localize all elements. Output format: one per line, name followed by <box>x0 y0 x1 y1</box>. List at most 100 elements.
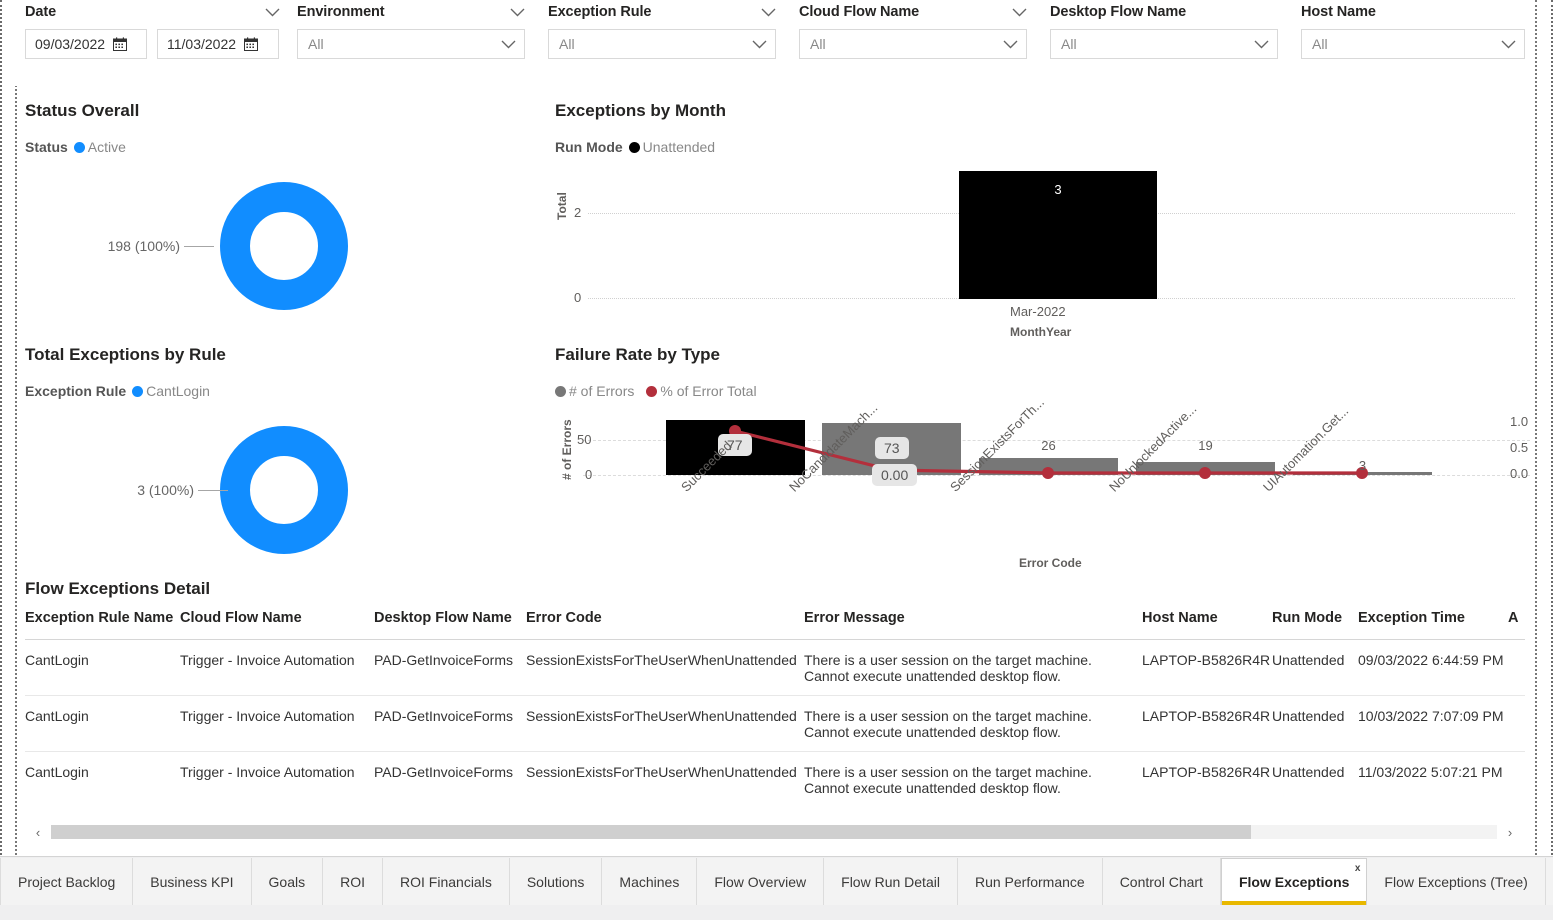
tab-flow-exceptions-tree[interactable]: Flow Exceptions (Tree) <box>1367 858 1546 905</box>
legend-item-error-total-pct[interactable]: % of Error Total <box>646 383 757 399</box>
status-overall-legend-title: Status <box>25 139 68 155</box>
legend-swatch-icon <box>628 141 640 153</box>
column-header-error-code[interactable]: Error Code <box>526 610 804 626</box>
column-header-a[interactable]: A <box>1508 610 1528 626</box>
tab-label: Solutions <box>526 873 585 890</box>
tab-flow-exceptions[interactable]: Flow Exceptions x <box>1220 858 1368 905</box>
status-overall-title: Status Overall <box>25 101 140 120</box>
y-tick-label: 2 <box>574 205 582 220</box>
legend-swatch-icon <box>132 385 144 397</box>
tab-label: Run Performance <box>974 873 1085 890</box>
tab-flow-run-detail[interactable]: Flow Run Detail <box>824 858 958 905</box>
table-row[interactable]: CantLogin Trigger - Invoice Automation P… <box>25 751 1525 807</box>
tab-roi[interactable]: ROI <box>323 858 384 905</box>
tab-project-backlog[interactable]: Project Backlog <box>0 858 134 905</box>
cell-exception-time: 09/03/2022 6:44:59 PM <box>1358 652 1504 668</box>
date-end-field[interactable]: 11/03/2022 <box>157 29 279 59</box>
cell-desktop-flow-name: PAD-GetInvoiceForms <box>374 764 513 780</box>
total-exceptions-by-rule-donut[interactable] <box>220 426 348 559</box>
desktop-flow-name-dropdown[interactable]: All <box>1050 29 1278 59</box>
bar-data-label-uiautomationget: 3 <box>1358 458 1367 473</box>
tab-machines[interactable]: Machines <box>602 858 698 905</box>
cloud-flow-name-dropdown[interactable]: All <box>799 29 1027 59</box>
legend-item-label: # of Errors <box>569 383 635 399</box>
tab-business-kpi[interactable]: Business KPI <box>133 858 252 905</box>
scrollbar-thumb[interactable] <box>51 825 1252 839</box>
column-header-run-mode[interactable]: Run Mode <box>1272 610 1358 626</box>
column-header-desktop-flow-name[interactable]: Desktop Flow Name <box>374 610 526 626</box>
status-overall-donut[interactable] <box>220 182 348 315</box>
table-horizontal-scrollbar[interactable]: ‹ › <box>25 823 1523 841</box>
table-row[interactable]: CantLogin Trigger - Invoice Automation P… <box>25 639 1525 695</box>
bar-sessionexistsfortheuser[interactable] <box>979 458 1118 475</box>
failure-rate-y-axis-title: # of Errors <box>560 419 574 480</box>
slicer-cloud-flow-name-title: Cloud Flow Name <box>799 4 920 20</box>
tab-solutions[interactable]: Solutions <box>509 858 603 905</box>
tab-label: Control Chart <box>1119 873 1203 890</box>
legend-item-active[interactable]: Active <box>73 139 126 155</box>
tab-label: Flow Exceptions <box>1238 874 1350 890</box>
status-overall-data-label: 198 (100%) <box>107 238 180 254</box>
tab-label: Flow Exceptions (Tree) <box>1384 873 1528 890</box>
cell-error-message-line1: There is a user session on the target ma… <box>804 708 1092 724</box>
cell-cloud-flow-name: Trigger - Invoice Automation <box>180 652 355 668</box>
tab-label: Business KPI <box>150 873 234 890</box>
cell-run-mode: Unattended <box>1272 652 1345 668</box>
cell-desktop-flow-name: PAD-GetInvoiceForms <box>374 708 513 724</box>
x-tick-label: Mar-2022 <box>1010 304 1066 319</box>
scrollbar-track[interactable] <box>51 825 1497 839</box>
column-header-host-name[interactable]: Host Name <box>1142 610 1272 626</box>
column-header-cloud-flow-name[interactable]: Cloud Flow Name <box>180 610 374 626</box>
cell-error-message: There is a user session on the target ma… <box>804 764 1142 796</box>
host-name-dropdown-value: All <box>1312 36 1328 52</box>
tab-control-chart[interactable]: Control Chart <box>1102 858 1221 905</box>
exception-rule-dropdown[interactable]: All <box>548 29 776 59</box>
cell-error-code: SessionExistsForTheUserWhenUnattended <box>526 764 797 780</box>
legend-item-cantlogin[interactable]: CantLogin <box>132 383 210 399</box>
tab-label: ROI <box>340 873 366 890</box>
chevron-down-icon[interactable] <box>265 8 280 17</box>
calendar-icon <box>113 37 128 51</box>
chevron-down-icon[interactable] <box>761 8 776 17</box>
date-start-field[interactable]: 09/03/2022 <box>25 29 147 59</box>
cell-error-message-line2: Cannot execute unattended desktop flow. <box>804 668 1061 684</box>
date-end-value: 11/03/2022 <box>167 36 237 52</box>
slicer-host-name-title: Host Name <box>1301 4 1376 20</box>
column-header-exception-time[interactable]: Exception Time <box>1358 610 1508 626</box>
column-header-error-message[interactable]: Error Message <box>804 610 1142 626</box>
table-row[interactable]: CantLogin Trigger - Invoice Automation P… <box>25 695 1525 751</box>
total-exceptions-by-rule-legend: Exception Rule CantLogin <box>25 383 210 399</box>
slicer-desktop-flow-name-title: Desktop Flow Name <box>1050 4 1187 20</box>
scroll-right-arrow-icon[interactable]: › <box>1497 823 1523 841</box>
tab-goals[interactable]: Goals <box>251 858 324 905</box>
total-exceptions-data-label: 3 (100%) <box>137 482 194 498</box>
column-header-exception-rule-name[interactable]: Exception Rule Name <box>25 610 180 626</box>
cell-run-mode: Unattended <box>1272 708 1345 724</box>
environment-dropdown[interactable]: All <box>297 29 525 59</box>
chevron-down-icon[interactable] <box>1012 8 1027 17</box>
failure-rate-by-type-legend: # of Errors % of Error Total <box>555 383 757 399</box>
chevron-down-icon[interactable] <box>510 8 525 17</box>
host-name-dropdown[interactable]: All <box>1301 29 1525 59</box>
y-tick-label: 0 <box>585 467 593 482</box>
report-canvas: Date 09/03/2022 11/03/2022 Environment A… <box>0 0 1553 855</box>
failure-rate-by-type-title: Failure Rate by Type <box>555 345 721 364</box>
slicer-date: Date 09/03/2022 11/03/2022 <box>25 4 280 59</box>
tab-run-performance[interactable]: Run Performance <box>957 858 1103 905</box>
tab-flow-overview[interactable]: Flow Overview <box>697 858 825 905</box>
bar-nounlockedactive[interactable] <box>1136 462 1275 475</box>
legend-item-unattended[interactable]: Unattended <box>628 139 715 155</box>
cell-host-name: LAPTOP-B5826R4R <box>1142 652 1271 668</box>
cell-error-message-line1: There is a user session on the target ma… <box>804 652 1092 668</box>
scroll-left-arrow-icon[interactable]: ‹ <box>25 823 51 841</box>
failure-rate-by-type-chart[interactable]: # of Errors 50 0 1.0 0.5 0.0 77 73 0.00 … <box>555 395 1530 573</box>
exceptions-by-month-x-axis-title: MonthYear <box>1010 325 1072 339</box>
slicer-host-name: Host Name All <box>1301 4 1525 59</box>
exceptions-by-month-chart[interactable]: Total 2 0 3 Mar-2022 MonthYear <box>555 168 1515 339</box>
cell-cloud-flow-name: Trigger - Invoice Automation <box>180 764 355 780</box>
tab-label: Goals <box>268 873 306 890</box>
tab-roi-financials[interactable]: ROI Financials <box>383 858 510 905</box>
legend-item-errors-count[interactable]: # of Errors <box>555 383 634 399</box>
tab-roi-calculations[interactable]: ROI Calculations <box>1545 858 1553 905</box>
close-icon[interactable]: x <box>1355 863 1361 874</box>
